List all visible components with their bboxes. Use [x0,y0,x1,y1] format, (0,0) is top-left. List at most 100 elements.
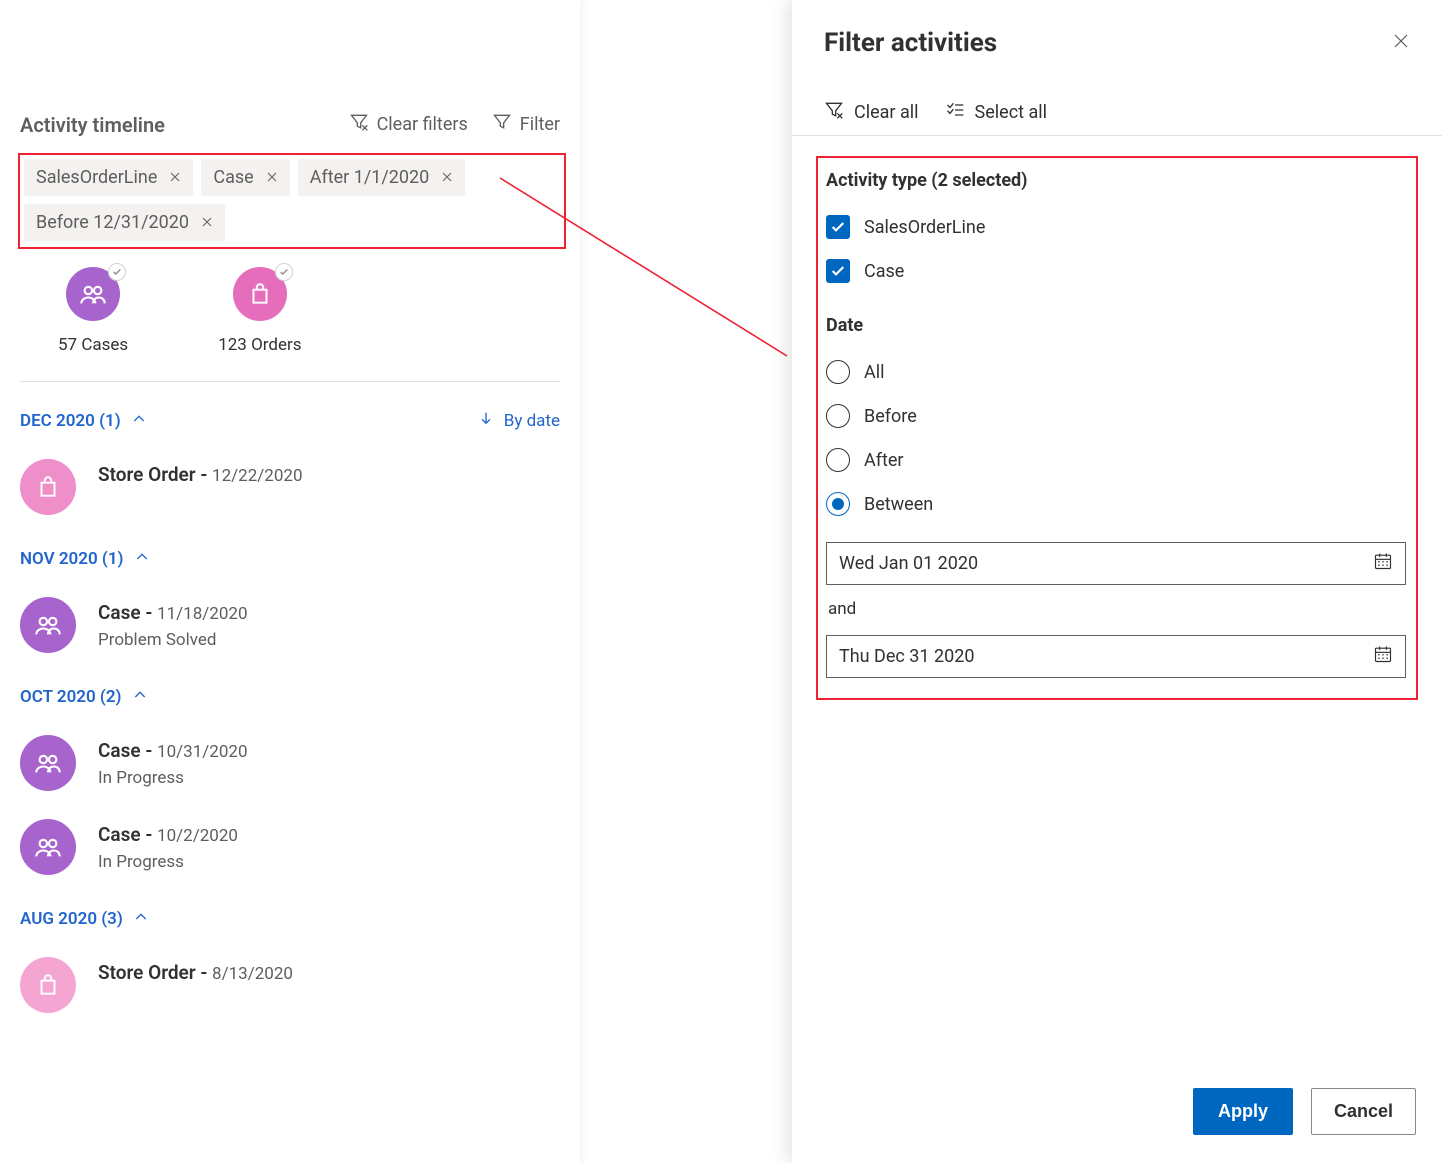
activity-title: Case - 10/2/2020 [98,823,238,846]
activity-body: Store Order - 8/13/2020 [98,957,293,1013]
chip-label: Before 12/31/2020 [36,212,189,233]
date-option-radio[interactable]: All [826,350,1406,394]
summary-item[interactable]: 57 Cases [58,267,128,355]
activity-row[interactable]: Case - 10/2/2020 In Progress [0,797,580,881]
date-option-radio[interactable]: Between [826,482,1406,526]
summary-label: 57 Cases [58,335,128,355]
select-all-button[interactable]: Select all [945,100,1047,125]
group-header[interactable]: NOV 2020 (1) [0,521,580,575]
date-from-input[interactable]: Wed Jan 01 2020 [826,542,1406,585]
activity-type-title: Activity type (2 selected) [826,170,1406,191]
filter-body: Activity type (2 selected) SalesOrderLin… [816,156,1418,700]
radio-label: After [864,450,904,471]
filter-button[interactable]: Filter [492,112,560,137]
summary-label: 123 Orders [218,335,301,355]
date-option-radio[interactable]: After [826,438,1406,482]
activity-type-list: SalesOrderLine Case [826,205,1406,293]
radio-icon [826,404,850,428]
checkbox-icon [826,215,850,239]
summary-circle [233,267,287,321]
chevron-up-icon [134,549,150,569]
activity-row[interactable]: Case - 10/31/2020 In Progress [0,713,580,797]
chevron-up-icon [131,411,147,431]
panel-header: Filter activities [792,0,1442,70]
timeline-groups: DEC 2020 (1) By date Store Order - 12/22/2… [0,382,580,1019]
summary-item[interactable]: 123 Orders [218,267,301,355]
clear-all-button[interactable]: Clear all [824,100,919,125]
activity-type-checkbox[interactable]: Case [826,249,1406,293]
radio-label: Between [864,494,933,515]
activity-timeline-panel: Activity timeline Clear filters Filter S… [0,0,580,1163]
activity-icon-circle [20,957,76,1013]
summary-circle [66,267,120,321]
close-button[interactable] [1392,32,1410,55]
chevron-up-icon [133,909,149,929]
checkbox-label: Case [864,261,904,282]
filter-chip[interactable]: After 1/1/2020 [298,159,466,196]
radio-label: Before [864,406,917,427]
clear-filters-button[interactable]: Clear filters [349,112,468,137]
panel-title: Filter activities [824,28,1392,58]
activity-title: Case - 11/18/2020 [98,601,248,624]
filter-chip[interactable]: Before 12/31/2020 [24,204,225,241]
funnel-icon [492,112,512,137]
group-title: DEC 2020 (1) [20,411,121,431]
group-header[interactable]: AUG 2020 (3) [0,881,580,935]
list-check-icon [945,100,965,125]
activity-icon-circle [20,597,76,653]
chip-remove-icon[interactable] [201,214,213,232]
calendar-icon [1373,644,1393,669]
radio-label: All [864,362,885,383]
activity-subtitle: In Progress [98,768,248,788]
group-header[interactable]: OCT 2020 (2) [0,659,580,713]
timeline-title: Activity timeline [20,113,325,137]
date-to-input[interactable]: Thu Dec 31 2020 [826,635,1406,678]
apply-button[interactable]: Apply [1193,1088,1293,1135]
chip-label: SalesOrderLine [36,167,157,188]
date-options-list: All Before After Between [826,350,1406,526]
activity-row[interactable]: Store Order - 12/22/2020 [0,437,580,521]
chevron-up-icon [132,687,148,707]
activity-row[interactable]: Case - 11/18/2020 Problem Solved [0,575,580,659]
funnel-clear-icon [824,100,844,125]
activity-body: Case - 10/2/2020 In Progress [98,819,238,875]
checkbox-icon [826,259,850,283]
activity-subtitle: Problem Solved [98,630,248,650]
check-badge-icon [275,263,293,281]
activity-title: Store Order - 8/13/2020 [98,961,293,984]
date-option-radio[interactable]: Before [826,394,1406,438]
activity-subtitle: In Progress [98,852,238,872]
group-title: NOV 2020 (1) [20,549,124,569]
activity-icon-circle [20,819,76,875]
activity-title: Case - 10/31/2020 [98,739,248,762]
date-from-value: Wed Jan 01 2020 [839,553,978,574]
radio-icon [826,360,850,384]
date-title: Date [826,315,1406,336]
sort-by-date-button[interactable]: By date [478,410,560,431]
radio-icon [826,448,850,472]
check-badge-icon [108,263,126,281]
panel-footer: Apply Cancel [792,1088,1442,1163]
activity-row[interactable]: Store Order - 8/13/2020 [0,935,580,1019]
activity-title: Store Order - 12/22/2020 [98,463,303,486]
timeline-header: Activity timeline Clear filters Filter [0,0,580,147]
filter-chips-area: SalesOrderLine CaseAfter 1/1/2020 Before 1… [18,153,566,249]
activity-icon-circle [20,459,76,515]
calendar-icon [1373,551,1393,576]
sort-label: By date [504,411,560,431]
checkbox-label: SalesOrderLine [864,217,985,238]
chip-remove-icon[interactable] [169,169,181,187]
group-title: AUG 2020 (3) [20,909,123,929]
chip-remove-icon[interactable] [441,169,453,187]
filter-label: Filter [520,114,560,135]
filter-chip[interactable]: SalesOrderLine [24,159,193,196]
activity-body: Store Order - 12/22/2020 [98,459,303,515]
group-header[interactable]: DEC 2020 (1) By date [0,382,580,437]
activity-type-checkbox[interactable]: SalesOrderLine [826,205,1406,249]
summary-row: 57 Cases 123 Orders [0,257,580,381]
select-all-label: Select all [975,102,1047,123]
filter-chip[interactable]: Case [201,159,289,196]
chip-remove-icon[interactable] [266,169,278,187]
cancel-button[interactable]: Cancel [1311,1088,1416,1135]
group-title: OCT 2020 (2) [20,687,122,707]
